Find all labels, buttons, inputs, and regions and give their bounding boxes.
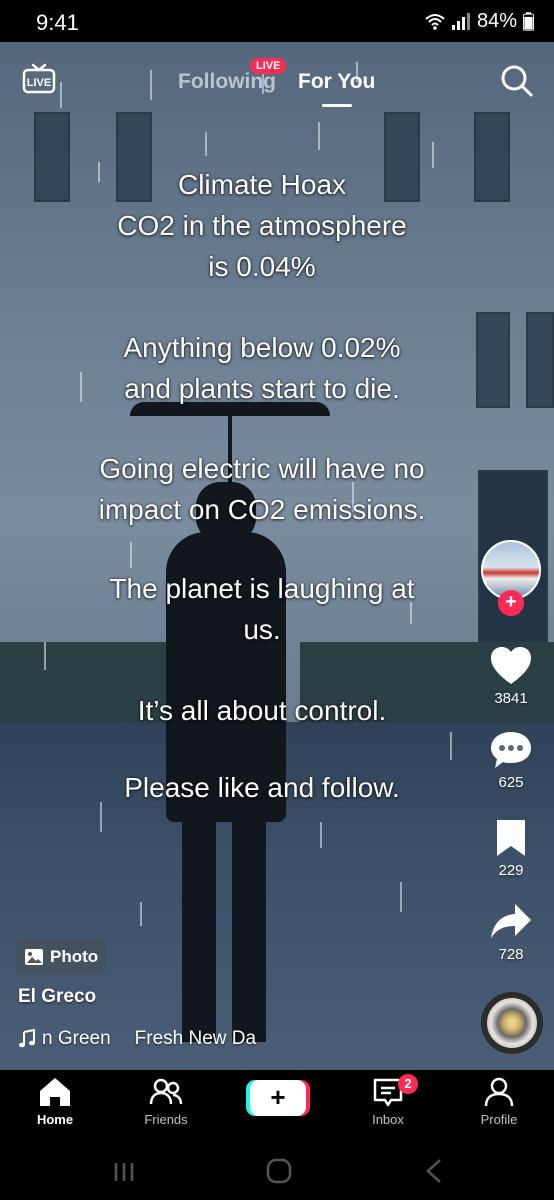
save-count: 229 bbox=[498, 862, 524, 879]
caption-line: The planet is laughing at bbox=[109, 573, 415, 604]
recent-apps-icon[interactable] bbox=[112, 1160, 136, 1184]
nav-home-label: Home bbox=[36, 1112, 74, 1127]
status-time: 9:41 bbox=[36, 10, 79, 35]
rain-streak bbox=[432, 142, 434, 168]
music-row[interactable]: n Green Fresh New Da bbox=[18, 1028, 256, 1050]
save-button[interactable]: 229 bbox=[478, 818, 544, 879]
nav-profile[interactable]: Profile bbox=[449, 1076, 549, 1127]
nav-home[interactable]: Home bbox=[5, 1076, 105, 1127]
photo-label: Photo bbox=[50, 947, 99, 966]
battery-percent: 84% bbox=[476, 10, 517, 32]
nav-friends-label: Friends bbox=[144, 1112, 188, 1127]
status-bar: 9:41 84% bbox=[0, 0, 554, 42]
author-name[interactable]: El Greco bbox=[18, 986, 96, 1008]
comment-icon bbox=[491, 732, 531, 768]
caption-line: Anything below 0.02% bbox=[123, 332, 401, 363]
live-icon[interactable]: LIVE bbox=[22, 62, 56, 94]
rain-streak bbox=[450, 732, 452, 760]
caption-line: Please like and follow. bbox=[124, 772, 400, 803]
caption-line: Going electric will have no bbox=[99, 453, 425, 484]
friends-icon bbox=[149, 1078, 183, 1105]
rain-streak bbox=[100, 802, 102, 832]
music-title-part: Fresh New Da bbox=[134, 1028, 257, 1049]
wifi-icon bbox=[425, 13, 445, 30]
nav-inbox-label: Inbox bbox=[372, 1112, 404, 1127]
image-icon bbox=[25, 949, 43, 965]
caption-line: us. bbox=[243, 614, 281, 645]
system-nav-bar bbox=[0, 1144, 554, 1200]
rain-streak bbox=[400, 882, 402, 912]
rain-streak bbox=[150, 70, 152, 100]
home-button-icon[interactable] bbox=[266, 1158, 292, 1184]
search-icon[interactable] bbox=[500, 64, 534, 98]
photo-badge: Photo bbox=[16, 940, 107, 974]
rain-streak bbox=[140, 902, 142, 926]
figure-leg bbox=[232, 812, 266, 1042]
share-icon bbox=[491, 904, 531, 938]
caption-line: and plants start to die. bbox=[124, 373, 400, 404]
heart-icon bbox=[491, 647, 531, 684]
like-button[interactable]: 3841 bbox=[478, 646, 544, 707]
nav-profile-label: Profile bbox=[480, 1112, 518, 1127]
follow-button[interactable]: + bbox=[498, 590, 524, 616]
rain-streak bbox=[130, 542, 132, 568]
back-icon[interactable] bbox=[424, 1158, 444, 1184]
nav-inbox[interactable]: 2 Inbox bbox=[338, 1074, 438, 1127]
caption-line: It’s all about control. bbox=[137, 695, 387, 726]
tab-for-you[interactable]: For You bbox=[298, 70, 375, 94]
signal-icon bbox=[451, 12, 470, 30]
like-count: 3841 bbox=[494, 690, 528, 707]
battery-icon bbox=[523, 12, 534, 31]
active-tab-indicator bbox=[322, 104, 352, 107]
bookmark-icon bbox=[497, 820, 525, 856]
comment-button[interactable]: 625 bbox=[478, 730, 544, 791]
share-count: 728 bbox=[498, 946, 524, 963]
building-window bbox=[526, 312, 554, 408]
caption-line: impact on CO2 emissions. bbox=[98, 494, 426, 525]
music-note-icon bbox=[19, 1029, 35, 1048]
comment-count: 625 bbox=[498, 774, 524, 791]
caption-line: is 0.04% bbox=[208, 251, 316, 282]
rain-streak bbox=[320, 822, 322, 848]
share-button[interactable]: 728 bbox=[478, 902, 544, 963]
inbox-badge: 2 bbox=[398, 1074, 418, 1094]
nav-friends[interactable]: Friends bbox=[116, 1076, 216, 1127]
caption-line: CO2 in the atmosphere bbox=[117, 210, 407, 241]
music-disc[interactable] bbox=[481, 992, 543, 1054]
rain-streak bbox=[60, 82, 62, 108]
rain-streak bbox=[318, 122, 320, 150]
plus-icon: + bbox=[250, 1080, 306, 1116]
live-badge: LIVE bbox=[250, 58, 287, 74]
music-title-part: n Green bbox=[42, 1028, 111, 1049]
rain-streak bbox=[205, 132, 207, 156]
profile-icon bbox=[484, 1077, 514, 1107]
caption-line: Climate Hoax bbox=[177, 169, 347, 200]
status-icons: 84% bbox=[425, 10, 534, 33]
create-button[interactable]: + bbox=[246, 1080, 310, 1116]
bottom-nav: Home Friends + 2 Inbox Profile bbox=[0, 1070, 554, 1144]
rain-streak bbox=[44, 642, 46, 670]
home-icon bbox=[40, 1078, 70, 1106]
figure-leg bbox=[182, 812, 216, 1042]
svg-text:LIVE: LIVE bbox=[27, 77, 51, 89]
